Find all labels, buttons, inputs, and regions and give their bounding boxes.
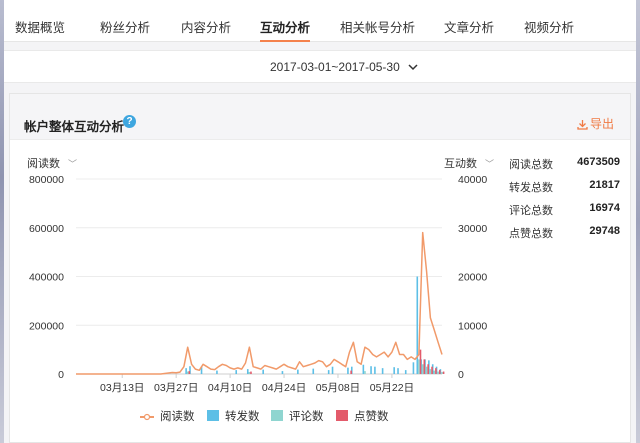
stat-value: 16974 (589, 202, 620, 214)
x-tick-label: 03月27日 (154, 382, 198, 394)
stats-summary: 阅读总数 4673509 转发总数 21817 评论总数 16974 点赞总数 … (509, 156, 629, 248)
stat-row-likes: 点赞总数 29748 (509, 225, 629, 248)
tab-related-accounts[interactable]: 相关帐号分析 (340, 17, 415, 36)
interaction-chart: 800000 40000 600000 30000 400000 20000 200000 1… (29, 174, 487, 394)
share-bar (370, 366, 372, 374)
top-nav: 数据概览 粉丝分析 内容分析 互动分析 相关帐号分析 文章分析 视频分析 (4, 0, 636, 42)
window-edge-right (636, 0, 640, 443)
share-bar (412, 362, 415, 374)
like-bar (435, 368, 437, 374)
interaction-panel: 帐户整体互动分析 ? 导出 阅读数 ﹀ 互动数 ﹀ 800000 40000 60000… (9, 93, 631, 443)
stat-label: 阅读总数 (509, 159, 553, 171)
active-tab-indicator (260, 40, 310, 42)
share-bar (262, 369, 264, 374)
share-bar (235, 370, 238, 374)
like-bar (438, 370, 441, 374)
comment-bar (186, 371, 189, 374)
y-right-tick-label: 10000 (458, 320, 487, 332)
share-bar (404, 370, 407, 374)
x-tick-label: 04月10日 (208, 382, 252, 394)
x-tick-label: 03月13日 (100, 382, 144, 394)
comment-bar (429, 369, 432, 374)
legend-label: 转发数 (225, 411, 260, 423)
share-bar (347, 367, 349, 374)
tab-content[interactable]: 内容分析 (181, 17, 231, 36)
tab-articles[interactable]: 文章分析 (444, 17, 494, 36)
legend-item-comments[interactable]: 评论数 (271, 408, 324, 424)
bar-swatch-icon (207, 410, 219, 421)
stat-row-reads: 阅读总数 4673509 (509, 156, 629, 179)
chart-legend: 阅读数 转发数 评论数 点赞数 (140, 408, 400, 424)
comment-bar (421, 364, 424, 374)
stat-label: 转发总数 (509, 182, 553, 194)
x-tick-label: 05月22日 (370, 382, 414, 394)
share-bar (374, 366, 376, 374)
legend-label: 评论数 (289, 411, 324, 423)
share-bar (381, 368, 384, 374)
tab-interaction[interactable]: 互动分析 (260, 17, 310, 36)
comment-bar (433, 370, 436, 374)
y-right-tick-label: 0 (458, 369, 464, 381)
like-bar (250, 371, 252, 374)
y-right-tick-label: 40000 (458, 174, 487, 186)
reads-line (76, 231, 443, 375)
y-left-tick-label: 400000 (29, 272, 64, 284)
y-left-tick-label: 600000 (29, 223, 64, 235)
legend-label: 点赞数 (354, 411, 389, 423)
bar-swatch-icon (271, 410, 283, 421)
share-bar (327, 370, 330, 374)
date-range-picker[interactable]: 2017-03-01~2017-05-30 (270, 60, 418, 74)
share-bar (397, 368, 399, 374)
share-bar (216, 370, 218, 374)
stat-label: 点赞总数 (509, 228, 553, 240)
date-range-text: 2017-03-01~2017-05-30 (270, 60, 400, 74)
legend-item-shares[interactable]: 转发数 (207, 408, 260, 424)
comment-bar (248, 372, 251, 374)
comment-bar (364, 371, 366, 374)
comment-bar (437, 371, 439, 374)
x-tick-label: 05月08日 (316, 382, 360, 394)
share-bar (416, 276, 419, 374)
like-bar (350, 370, 352, 374)
y-left-tick-label: 200000 (29, 320, 64, 332)
stat-value: 4673509 (577, 156, 620, 168)
like-bar (423, 359, 426, 374)
y-left-tick-label: 800000 (29, 174, 64, 186)
date-bar: 2017-03-01~2017-05-30 (4, 50, 636, 83)
share-bar (331, 366, 334, 374)
share-bar (246, 369, 249, 374)
line-swatch-icon (140, 413, 154, 421)
stat-row-shares: 转发总数 21817 (509, 179, 629, 202)
y-right-tick-label: 30000 (458, 223, 487, 235)
x-tick-label: 04月24日 (262, 382, 306, 394)
share-bar (393, 367, 395, 374)
legend-label: 阅读数 (160, 411, 195, 423)
share-bar (281, 371, 284, 374)
chevron-down-icon (408, 64, 418, 71)
comment-bar (441, 372, 443, 374)
comment-bar (425, 366, 428, 374)
comment-bar (418, 359, 420, 374)
share-bar (185, 368, 187, 374)
legend-item-likes[interactable]: 点赞数 (336, 408, 389, 424)
like-bar (431, 366, 433, 374)
bar-swatch-icon (336, 410, 348, 421)
tab-fans[interactable]: 粉丝分析 (100, 17, 150, 36)
share-bar (312, 368, 315, 374)
stat-row-comments: 评论总数 16974 (509, 202, 629, 225)
legend-item-reads[interactable]: 阅读数 (140, 408, 195, 424)
y-right-tick-label: 20000 (458, 272, 487, 284)
share-bar (362, 364, 365, 374)
stat-value: 29748 (589, 225, 620, 237)
like-bar (427, 364, 429, 374)
tab-videos[interactable]: 视频分析 (524, 17, 574, 36)
y-left-tick-label: 0 (58, 369, 64, 381)
like-bar (188, 371, 191, 374)
like-bar (442, 371, 445, 374)
share-bar (297, 369, 299, 374)
stat-label: 评论总数 (509, 205, 553, 217)
stat-value: 21817 (589, 179, 620, 191)
like-bar (419, 349, 422, 374)
tab-overview[interactable]: 数据概览 (15, 17, 65, 36)
